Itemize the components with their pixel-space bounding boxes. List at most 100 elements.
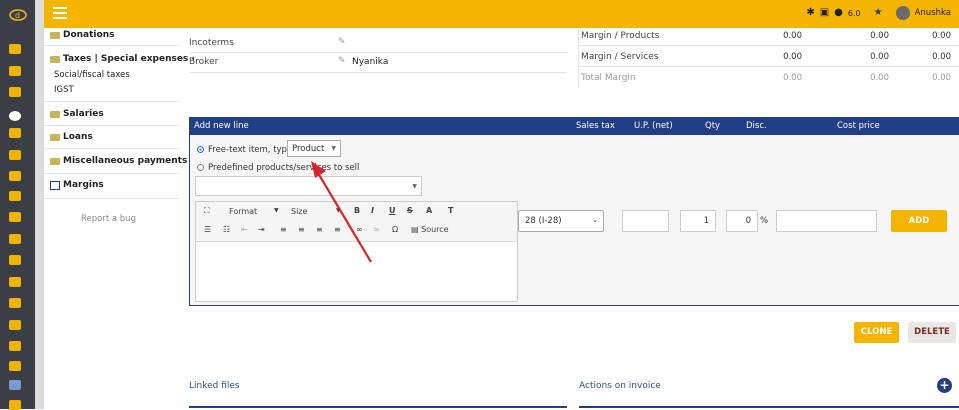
menu-item-loans[interactable]: Loans: [50, 132, 93, 142]
unlink-icon[interactable]: ∞: [373, 225, 380, 234]
top-bar: ✱ ▣ ● 6.0 ★ Anushka: [44, 0, 959, 28]
quantity-input[interactable]: 1: [680, 210, 716, 232]
margin-services-label: Margin / Services: [581, 52, 659, 62]
users-icon[interactable]: [9, 255, 21, 265]
folder-icon[interactable]: [9, 277, 21, 287]
add-line-button[interactable]: ADD: [891, 210, 947, 232]
bold-icon[interactable]: B: [354, 206, 360, 215]
bookmark-star-icon[interactable]: ★: [874, 8, 883, 18]
briefcase-icon[interactable]: [9, 171, 21, 181]
free-text-radio[interactable]: [197, 146, 204, 153]
align-center-icon[interactable]: ≡: [298, 225, 305, 234]
add-action-plus-icon[interactable]: +: [937, 378, 952, 393]
help-icon[interactable]: ●: [834, 8, 843, 18]
avatar[interactable]: [895, 6, 910, 20]
svg-text:d: d: [15, 11, 20, 20]
menu-divider: [44, 125, 180, 126]
menu-item-salaries[interactable]: Salaries: [50, 109, 104, 119]
php-icon[interactable]: [9, 111, 21, 121]
menu-item-margins[interactable]: Margins: [50, 180, 104, 190]
chevron-down-icon: ⌄: [592, 216, 598, 224]
margins-left-border: [578, 28, 579, 88]
print-icon[interactable]: ▣: [820, 8, 829, 18]
building-icon[interactable]: [9, 87, 21, 97]
size-dropdown[interactable]: Size: [291, 207, 307, 216]
wrench-icon[interactable]: [9, 341, 21, 351]
predefined-product-select[interactable]: ▼: [195, 176, 422, 196]
special-char-icon[interactable]: Ω: [392, 225, 398, 234]
bug-icon[interactable]: ✱: [806, 8, 814, 18]
hamburger-menu-icon[interactable]: [53, 7, 67, 19]
coins-icon[interactable]: [9, 191, 21, 201]
qty-header: Qty: [705, 121, 721, 131]
edit-incoterms-icon[interactable]: ✎: [338, 37, 346, 47]
total-margin-label: Total Margin: [581, 73, 636, 83]
bank-icon[interactable]: [9, 212, 21, 222]
margin-products-v1: 0.00: [783, 31, 802, 41]
underline-icon[interactable]: U: [389, 206, 396, 215]
vat-rate-select[interactable]: 28 (I-28) ⌄: [518, 210, 604, 232]
bullet-list-icon[interactable]: ☷: [223, 225, 230, 234]
remove-format-icon[interactable]: T: [448, 206, 453, 215]
maximize-icon[interactable]: ⛶: [204, 206, 210, 216]
total-margin-v2: 0.00: [870, 73, 889, 83]
align-left-icon[interactable]: ≡: [280, 225, 287, 234]
delete-button[interactable]: DELETE: [908, 322, 956, 343]
italic-icon[interactable]: I: [371, 206, 374, 215]
outdent-icon[interactable]: ⇤: [241, 225, 248, 234]
clone-button[interactable]: CLONE: [854, 322, 899, 343]
left-menu: Donations Taxes | Special expenses ‹ Soci…: [44, 28, 195, 409]
home-icon[interactable]: [9, 44, 21, 54]
menu-divider: [44, 101, 180, 102]
percent-sign: %: [760, 216, 769, 226]
justify-icon[interactable]: ≡: [334, 225, 341, 234]
calendar-icon[interactable]: [9, 298, 21, 308]
format-caret-icon: ▼: [274, 207, 279, 214]
link-icon[interactable]: ∞: [356, 225, 363, 234]
align-right-icon[interactable]: ≡: [316, 225, 323, 234]
cubes-icon[interactable]: [9, 128, 21, 138]
predefined-radio[interactable]: [197, 164, 204, 171]
top-right-toolbar: ✱ ▣ ● 6.0 ★ Anushka: [806, 6, 951, 20]
row-divider: [189, 52, 567, 53]
chevron-down-icon: ▼: [331, 145, 336, 152]
gear-icon[interactable]: [9, 361, 21, 371]
numbered-list-icon[interactable]: ☰: [204, 225, 211, 234]
source-button[interactable]: ▤ Source: [411, 225, 449, 234]
sales-tax-header: Sales tax: [576, 121, 615, 131]
text-color-icon[interactable]: A: [426, 206, 432, 215]
actions-on-invoice-title: Actions on invoice: [579, 381, 661, 391]
menu-item-misc-payments[interactable]: Miscellaneous payments: [50, 156, 187, 166]
menu-subitem-social-fiscal-taxes[interactable]: Social/fiscal taxes: [54, 70, 130, 80]
unit-price-input[interactable]: [622, 210, 669, 232]
discount-input[interactable]: 0: [726, 210, 758, 232]
format-dropdown[interactable]: Format: [229, 207, 257, 216]
rail-divider: [35, 0, 44, 409]
ticket-icon[interactable]: [9, 320, 21, 330]
indent-icon[interactable]: ⇥: [258, 225, 265, 234]
product-type-select[interactable]: Product ▼: [287, 140, 341, 157]
margin-products-v3: 0.00: [932, 31, 951, 41]
menu-subitem-igst[interactable]: IGST: [54, 85, 74, 95]
user-icon[interactable]: [9, 66, 21, 76]
app-logo[interactable]: d: [0, 0, 35, 30]
search-dollar-icon[interactable]: [9, 234, 21, 244]
margin-products-label: Margin / Products: [581, 31, 660, 41]
predefined-option[interactable]: Predefined products/services to sell: [197, 163, 359, 173]
menu-divider: [44, 198, 180, 199]
edit-broker-icon[interactable]: ✎: [338, 56, 346, 66]
sitemap-icon[interactable]: [9, 150, 21, 160]
menu-item-donations[interactable]: Donations: [50, 30, 114, 40]
description-editor[interactable]: ⛶ Format ▼ Size ▼ B I U S A T ☰ ☷ ⇤ ⇥ ≡ …: [195, 201, 518, 302]
menu-item-taxes[interactable]: Taxes | Special expenses ‹: [50, 54, 195, 64]
free-text-option[interactable]: Free-text item, type:: [197, 145, 295, 155]
add-new-line-header: Add new line: [194, 121, 249, 131]
version-label: 6.0: [847, 8, 861, 18]
cost-price-input[interactable]: [776, 210, 877, 232]
size-caret-icon: ▼: [336, 207, 341, 214]
report-bug-link[interactable]: Report a bug: [81, 214, 136, 224]
strikethrough-icon[interactable]: S: [407, 206, 413, 215]
broker-label: Broker: [189, 57, 219, 67]
user-name[interactable]: Anushka: [915, 8, 951, 18]
chart-icon[interactable]: [9, 380, 21, 390]
